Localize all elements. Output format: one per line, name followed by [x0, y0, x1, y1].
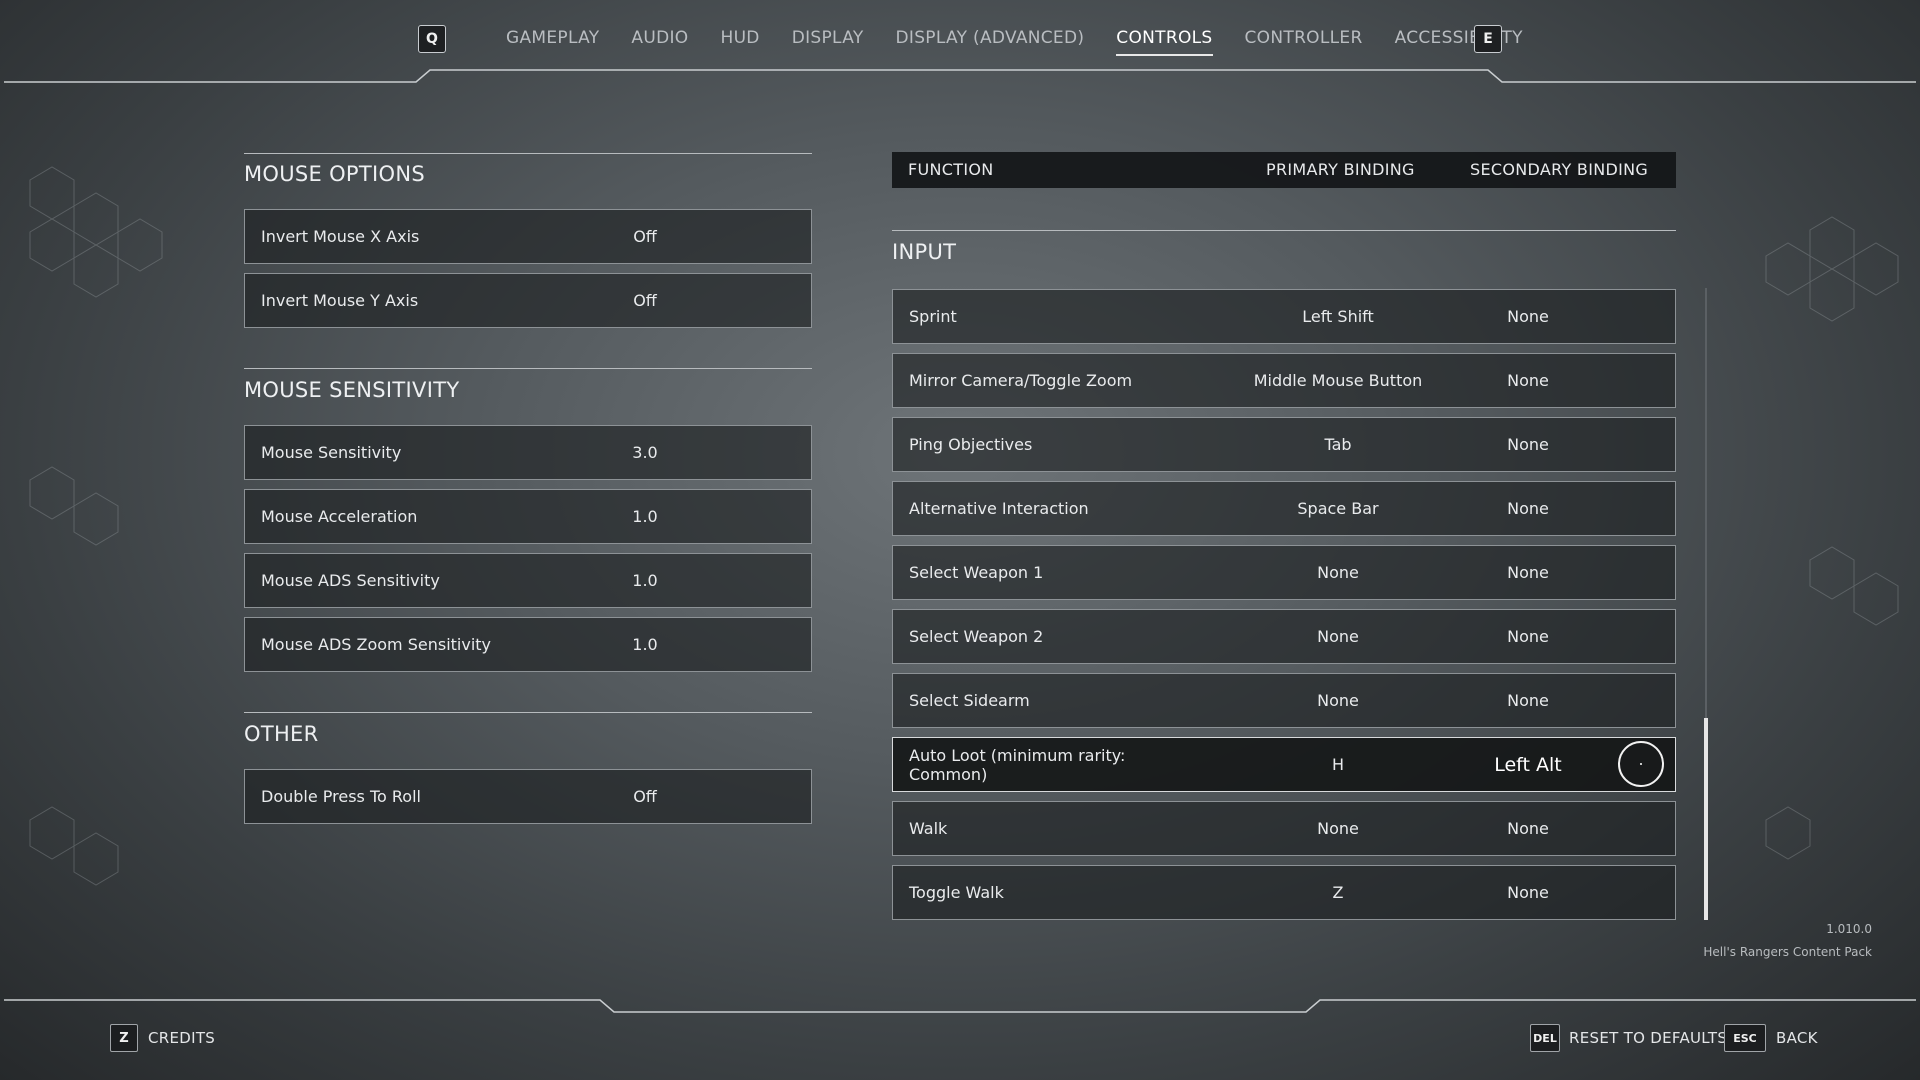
primary-binding[interactable]: Tab	[1223, 435, 1453, 454]
reset-key[interactable]: DEL	[1530, 1024, 1560, 1052]
input-heading: INPUT	[892, 240, 957, 264]
secondary-binding[interactable]: None	[1423, 371, 1633, 390]
function-label: Select Weapon 2	[909, 627, 1044, 646]
primary-binding[interactable]: Space Bar	[1223, 499, 1453, 518]
setting-label: Invert Mouse X Axis	[261, 227, 420, 246]
function-label: Ping Objectives	[909, 435, 1033, 454]
secondary-binding[interactable]: Left Alt	[1423, 754, 1633, 776]
function-label: Auto Loot (minimum rarity: Common)	[909, 745, 1126, 784]
setting-label: Mouse ADS Zoom Sensitivity	[261, 635, 492, 654]
header-primary-binding: PRIMARY BINDING	[1266, 160, 1415, 179]
function-label: Sprint	[909, 307, 957, 326]
mouse-cursor-icon	[1618, 741, 1664, 787]
header-secondary-binding: SECONDARY BINDING	[1470, 160, 1649, 179]
binding-row-alternative-interaction[interactable]: Alternative Interaction Space Bar None	[892, 481, 1676, 536]
tab-controller[interactable]: CONTROLLER	[1229, 26, 1379, 56]
secondary-binding[interactable]: None	[1423, 563, 1633, 582]
secondary-binding[interactable]: None	[1423, 307, 1633, 326]
function-label: Toggle Walk	[909, 883, 1004, 902]
setting-invert-mouse-x[interactable]: Invert Mouse X Axis Off	[244, 209, 812, 264]
setting-value: 1.0	[632, 571, 658, 590]
function-label: Mirror Camera/Toggle Zoom	[909, 371, 1133, 390]
tab-display-advanced[interactable]: DISPLAY (ADVANCED)	[880, 26, 1101, 56]
secondary-binding[interactable]: None	[1423, 435, 1633, 454]
tab-gameplay[interactable]: GAMEPLAY	[490, 26, 615, 56]
setting-label: Invert Mouse Y Axis	[261, 291, 419, 310]
binding-row-ping-objectives[interactable]: Ping Objectives Tab None	[892, 417, 1676, 472]
setting-mouse-ads-sensitivity[interactable]: Mouse ADS Sensitivity 1.0	[244, 553, 812, 608]
tab-audio[interactable]: AUDIO	[615, 26, 704, 56]
setting-label: Mouse Acceleration	[261, 507, 418, 526]
tab-controls[interactable]: CONTROLS	[1100, 26, 1228, 56]
bindings-table-header: FUNCTION PRIMARY BINDING SECONDARY BINDI…	[892, 152, 1676, 188]
top-navigation: Q GAMEPLAY AUDIO HUD DISPLAY DISPLAY (AD…	[0, 0, 1920, 80]
primary-binding[interactable]: None	[1223, 627, 1453, 646]
secondary-binding[interactable]: None	[1423, 819, 1633, 838]
mouse-options-heading: MOUSE OPTIONS	[244, 162, 425, 186]
binding-row-mirror-camera[interactable]: Mirror Camera/Toggle Zoom Middle Mouse B…	[892, 353, 1676, 408]
setting-mouse-sensitivity[interactable]: Mouse Sensitivity 3.0	[244, 425, 812, 480]
binding-row-walk[interactable]: Walk None None	[892, 801, 1676, 856]
content-pack-label: Hell's Rangers Content Pack	[1703, 945, 1872, 959]
setting-label: Double Press To Roll	[261, 787, 421, 806]
tab-hud[interactable]: HUD	[704, 26, 775, 56]
primary-binding[interactable]: None	[1223, 563, 1453, 582]
settings-tabs: GAMEPLAY AUDIO HUD DISPLAY DISPLAY (ADVA…	[490, 26, 1539, 56]
setting-mouse-ads-zoom-sensitivity[interactable]: Mouse ADS Zoom Sensitivity 1.0	[244, 617, 812, 672]
setting-mouse-acceleration[interactable]: Mouse Acceleration 1.0	[244, 489, 812, 544]
secondary-binding[interactable]: None	[1423, 691, 1633, 710]
secondary-binding[interactable]: None	[1423, 499, 1633, 518]
section-divider	[892, 230, 1676, 231]
credits-button[interactable]: CREDITS	[148, 1029, 215, 1047]
setting-value: 1.0	[632, 507, 658, 526]
binding-row-select-weapon-2[interactable]: Select Weapon 2 None None	[892, 609, 1676, 664]
setting-value: 1.0	[632, 635, 658, 654]
back-button[interactable]: BACK	[1776, 1029, 1818, 1047]
mouse-sensitivity-heading: MOUSE SENSITIVITY	[244, 378, 460, 402]
setting-label: Mouse ADS Sensitivity	[261, 571, 440, 590]
primary-binding[interactable]: Middle Mouse Button	[1223, 371, 1453, 390]
header-function: FUNCTION	[908, 160, 994, 179]
credits-key[interactable]: Z	[110, 1024, 138, 1052]
primary-binding[interactable]: Left Shift	[1223, 307, 1453, 326]
setting-value: Off	[633, 227, 657, 246]
bindings-scrollbar-thumb[interactable]	[1704, 718, 1708, 920]
function-label: Select Weapon 1	[909, 563, 1044, 582]
primary-binding[interactable]: H	[1223, 755, 1453, 774]
prev-tab-key[interactable]: Q	[418, 25, 446, 53]
section-divider	[244, 712, 812, 713]
setting-double-press-to-roll[interactable]: Double Press To Roll Off	[244, 769, 812, 824]
setting-value: Off	[633, 291, 657, 310]
binding-row-select-sidearm[interactable]: Select Sidearm None None	[892, 673, 1676, 728]
function-label: Alternative Interaction	[909, 499, 1089, 518]
tab-display[interactable]: DISPLAY	[776, 26, 880, 56]
section-divider	[244, 368, 812, 369]
setting-value: 3.0	[632, 443, 658, 462]
primary-binding[interactable]: Z	[1223, 883, 1453, 902]
setting-invert-mouse-y[interactable]: Invert Mouse Y Axis Off	[244, 273, 812, 328]
back-key[interactable]: ESC	[1724, 1024, 1766, 1052]
tab-accessibility[interactable]: ACCESSIBILITY	[1379, 26, 1539, 56]
setting-value: Off	[633, 787, 657, 806]
setting-label: Mouse Sensitivity	[261, 443, 402, 462]
binding-row-sprint[interactable]: Sprint Left Shift None	[892, 289, 1676, 344]
binding-row-toggle-walk[interactable]: Toggle Walk Z None	[892, 865, 1676, 920]
section-divider	[244, 153, 812, 154]
secondary-binding[interactable]: None	[1423, 627, 1633, 646]
secondary-binding[interactable]: None	[1423, 883, 1633, 902]
primary-binding[interactable]: None	[1223, 691, 1453, 710]
version-label: 1.010.0	[1826, 922, 1872, 936]
binding-row-auto-loot[interactable]: Auto Loot (minimum rarity: Common) H Lef…	[892, 737, 1676, 792]
reset-to-defaults-button[interactable]: RESET TO DEFAULTS	[1569, 1029, 1727, 1047]
function-label: Walk	[909, 819, 948, 838]
other-heading: OTHER	[244, 722, 319, 746]
primary-binding[interactable]: None	[1223, 819, 1453, 838]
binding-row-select-weapon-1[interactable]: Select Weapon 1 None None	[892, 545, 1676, 600]
next-tab-key[interactable]: E	[1474, 25, 1502, 53]
function-label: Select Sidearm	[909, 691, 1030, 710]
